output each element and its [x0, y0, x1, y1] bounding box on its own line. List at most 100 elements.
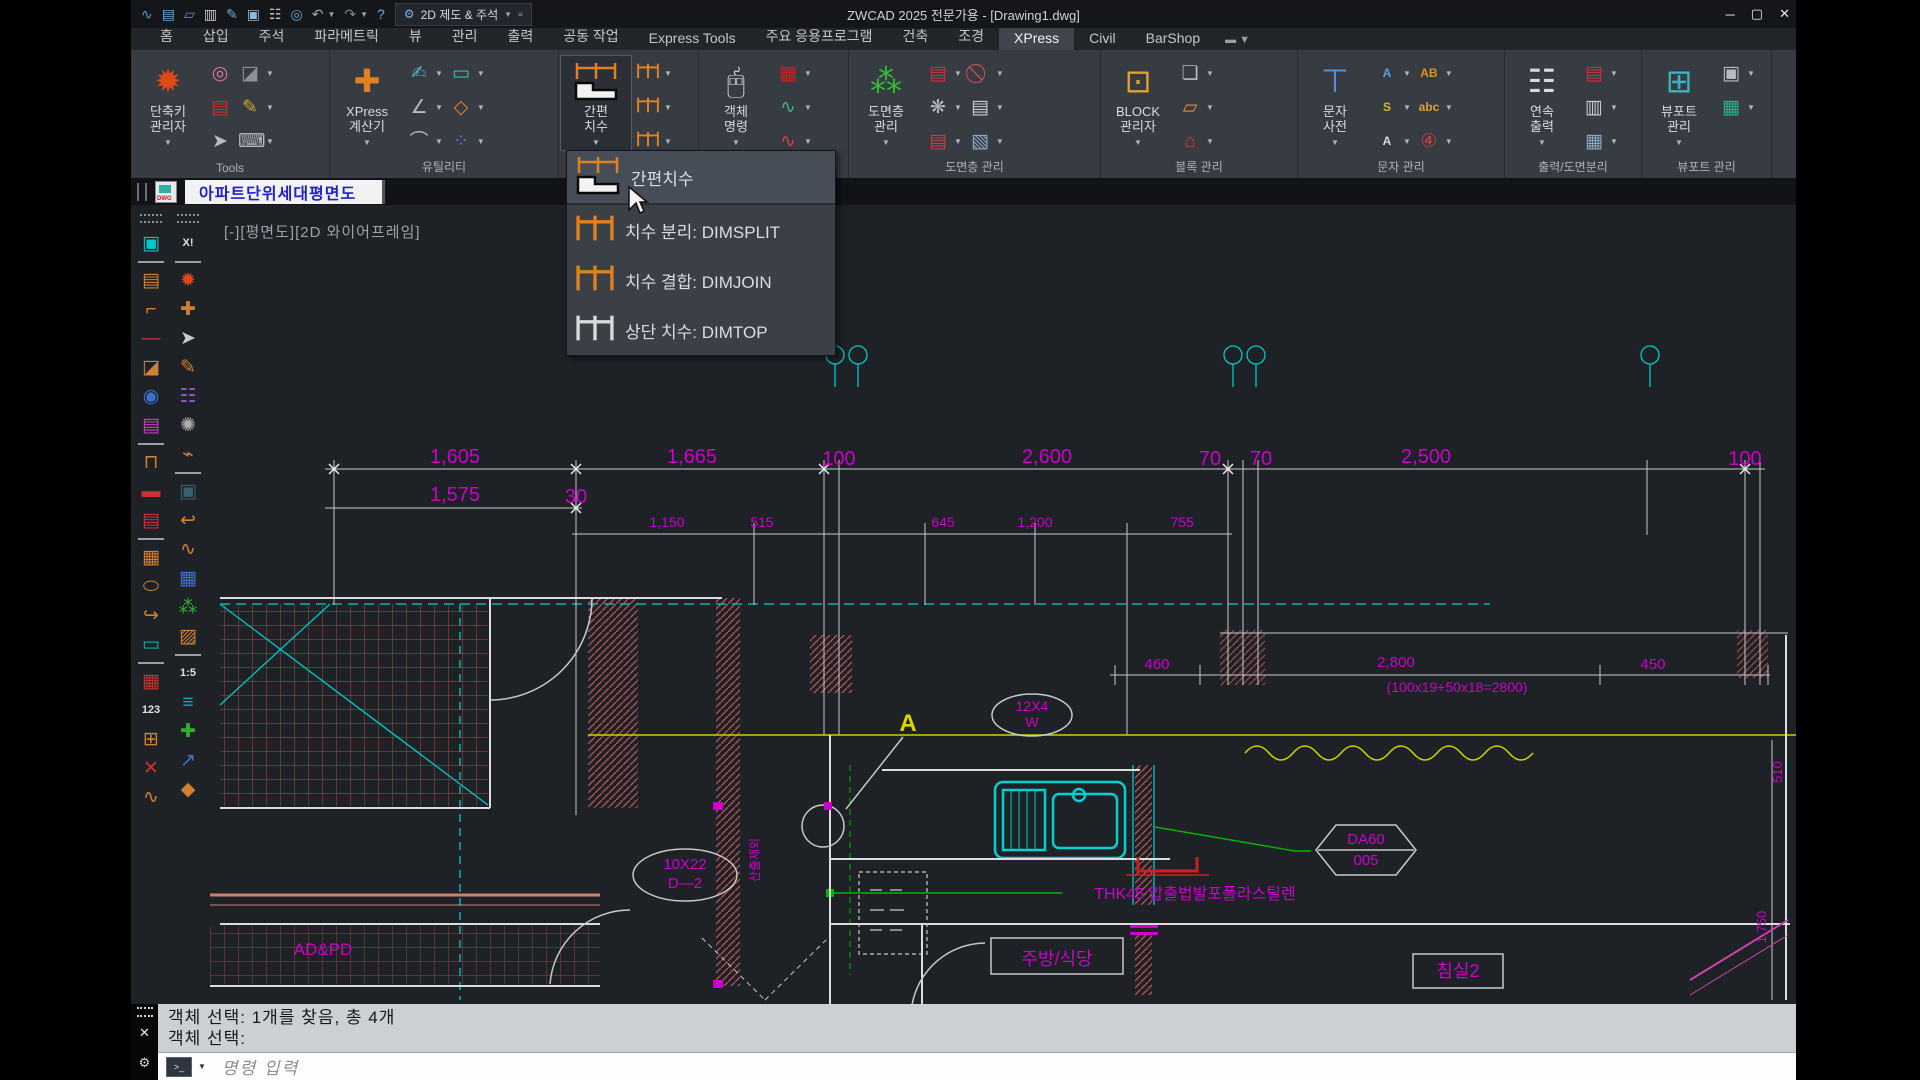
- ribbon-small-button[interactable]: ▣▼: [1719, 58, 1755, 88]
- toolbar-button[interactable]: ✺: [173, 411, 203, 440]
- toolbar-button[interactable]: ☷: [173, 382, 203, 411]
- toolbar-button[interactable]: ∿: [173, 535, 203, 564]
- ribbon-small-button[interactable]: ✍▼: [407, 58, 443, 88]
- layer-manage-button[interactable]: ⁂도면층관리 ▼: [851, 56, 921, 150]
- menu-item-dimjoin[interactable]: 치수 결합: DIMJOIN: [567, 255, 835, 305]
- ribbon-small-button[interactable]: ▼: [636, 92, 672, 122]
- object-command-button[interactable]: 🖰객체명령 ▼: [701, 56, 771, 150]
- preview-icon[interactable]: ◎: [291, 7, 303, 21]
- xpress-calculator-button[interactable]: ✚XPress계산기 ▼: [332, 56, 402, 150]
- ribbon-small-button[interactable]: abc▼: [1417, 92, 1453, 122]
- toolbar-button[interactable]: ≡: [173, 688, 203, 717]
- ribbon-small-button[interactable]: ▭▼: [449, 58, 485, 88]
- tab-홈[interactable]: 홈: [145, 24, 188, 50]
- toolbar-button[interactable]: 123: [136, 696, 166, 725]
- toolbar-button[interactable]: ▤: [136, 506, 166, 535]
- toolbar-button[interactable]: ⁂: [173, 593, 203, 622]
- save-icon[interactable]: ▥: [204, 7, 217, 21]
- chevron-down-icon[interactable]: ▼: [327, 10, 335, 19]
- toolbar-button[interactable]: ▦: [173, 564, 203, 593]
- ribbon-small-button[interactable]: ▤▼: [968, 92, 1004, 122]
- copy-icon[interactable]: ▣: [247, 7, 260, 21]
- save-as-icon[interactable]: ✎: [226, 7, 238, 21]
- tab-파라메트릭[interactable]: 파라메트릭: [299, 24, 393, 50]
- ribbon-small-button[interactable]: A▼: [1375, 58, 1411, 88]
- tab-주석[interactable]: 주석: [244, 24, 300, 50]
- tab-관리[interactable]: 관리: [437, 24, 493, 50]
- toolbar-button[interactable]: ➤: [173, 324, 203, 353]
- ribbon-small-button[interactable]: ④▼: [1417, 126, 1453, 156]
- toolbar-button[interactable]: ▦: [136, 667, 166, 696]
- close-icon[interactable]: ✕: [139, 1025, 150, 1041]
- command-grip[interactable]: [137, 1007, 153, 1017]
- toolbar-button[interactable]: ◪: [136, 353, 166, 382]
- minimize-button[interactable]: ─: [1726, 7, 1735, 22]
- tab-공동-작업[interactable]: 공동 작업: [548, 24, 633, 50]
- ribbon-small-button[interactable]: ▦▼: [776, 58, 812, 88]
- toolbar-button[interactable]: ▣: [173, 477, 203, 506]
- maximize-button[interactable]: ▢: [1751, 6, 1763, 22]
- toolbar-button[interactable]: ⬭: [136, 572, 166, 601]
- ribbon-small-button[interactable]: ▧▼: [968, 126, 1004, 156]
- toolbar-button[interactable]: ✚: [173, 717, 203, 746]
- ribbon-small-button[interactable]: ∠▼: [407, 92, 443, 122]
- print-icon[interactable]: ☷: [269, 7, 282, 21]
- toolbar-button[interactable]: ⊞: [136, 725, 166, 754]
- drawing-canvas[interactable]: [-][평면도][2D 와이어프레임]: [210, 205, 1796, 1004]
- quick-dimension-button[interactable]: 간편치수 ▼: [561, 56, 631, 150]
- toolbar-button[interactable]: ◆: [173, 775, 203, 804]
- ribbon-small-button[interactable]: ▥▼: [1582, 92, 1618, 122]
- toolbar-button[interactable]: ▦: [136, 543, 166, 572]
- ribbon-small-button[interactable]: ⌨▼: [238, 126, 274, 156]
- ribbon-small-button[interactable]: ❏▼: [1178, 58, 1214, 88]
- ribbon-small-button[interactable]: ◇▼: [449, 92, 485, 122]
- tab-건축[interactable]: 건축: [888, 24, 944, 50]
- toolbar-button[interactable]: ▨: [173, 622, 203, 651]
- tab-주요-응용프로그램[interactable]: 주요 응용프로그램: [751, 24, 888, 50]
- ribbon-small-button[interactable]: ▦▼: [1719, 92, 1755, 122]
- ribbon-small-button[interactable]: AB▼: [1417, 58, 1453, 88]
- close-button[interactable]: ✕: [1779, 6, 1790, 22]
- ribbon-small-button[interactable]: ⌂▼: [1178, 126, 1214, 156]
- ribbon-small-button[interactable]: ✎▼: [238, 92, 274, 122]
- tab-civil[interactable]: Civil: [1074, 28, 1130, 50]
- viewport-manager-button[interactable]: ⊞뷰포트관리 ▼: [1644, 56, 1714, 150]
- ribbon-small-button[interactable]: ▤▼: [926, 58, 962, 88]
- toolbar-button[interactable]: ↩: [173, 506, 203, 535]
- tab-express-tools[interactable]: Express Tools: [634, 28, 751, 50]
- tab-xpress[interactable]: XPress: [999, 28, 1074, 50]
- toolbar-button[interactable]: ✕: [136, 754, 166, 783]
- ribbon-small-button[interactable]: ∿▼: [776, 92, 812, 122]
- toolbar-button[interactable]: X!: [173, 229, 203, 258]
- wrench-icon[interactable]: ⚙: [139, 1055, 151, 1071]
- toolbar-button[interactable]: ⌁: [173, 440, 203, 469]
- toolbar-button[interactable]: ⌐: [136, 295, 166, 324]
- menu-item-dimtop[interactable]: 상단 치수: DIMTOP: [567, 305, 835, 355]
- toolbar-button[interactable]: ✚: [173, 295, 203, 324]
- toolbar-button[interactable]: ▣: [136, 229, 166, 258]
- zwcad-logo-icon[interactable]: ∿: [141, 7, 153, 21]
- command-input-row[interactable]: >_ ▼ 명령 입력: [158, 1052, 1796, 1080]
- tab-barshop[interactable]: BarShop: [1131, 28, 1215, 50]
- toolbar-button[interactable]: ⊓: [136, 448, 166, 477]
- ribbon-small-button[interactable]: ⌒▼: [407, 126, 443, 156]
- toolbar-button[interactable]: ↗: [173, 746, 203, 775]
- tab-출력[interactable]: 출력: [492, 24, 548, 50]
- ribbon-small-button[interactable]: ⃠▼: [968, 58, 1004, 88]
- ribbon-small-button[interactable]: ▼: [636, 58, 672, 88]
- toolbar-button[interactable]: ▬: [136, 477, 166, 506]
- toolbar-button[interactable]: ✎: [173, 353, 203, 382]
- ribbon-small-button[interactable]: ▱▼: [1178, 92, 1214, 122]
- shortcut-manager-button[interactable]: ✹단축키관리자 ▼: [133, 56, 203, 150]
- toolbar-button[interactable]: ↪: [136, 601, 166, 630]
- ribbon-small-button[interactable]: ◎: [208, 58, 232, 88]
- tab-삽입[interactable]: 삽입: [188, 24, 244, 50]
- tab-뷰[interactable]: 뷰: [394, 24, 437, 50]
- toolbar-button[interactable]: ▤: [136, 266, 166, 295]
- toolbar-button[interactable]: —: [136, 324, 166, 353]
- toolbar-button[interactable]: ∿: [136, 783, 166, 812]
- tab-조경[interactable]: 조경: [943, 24, 999, 50]
- ribbon-small-button[interactable]: ❋▼: [926, 92, 962, 122]
- toolbar-button[interactable]: ◉: [136, 382, 166, 411]
- ribbon-small-button[interactable]: ▤▼: [926, 126, 962, 156]
